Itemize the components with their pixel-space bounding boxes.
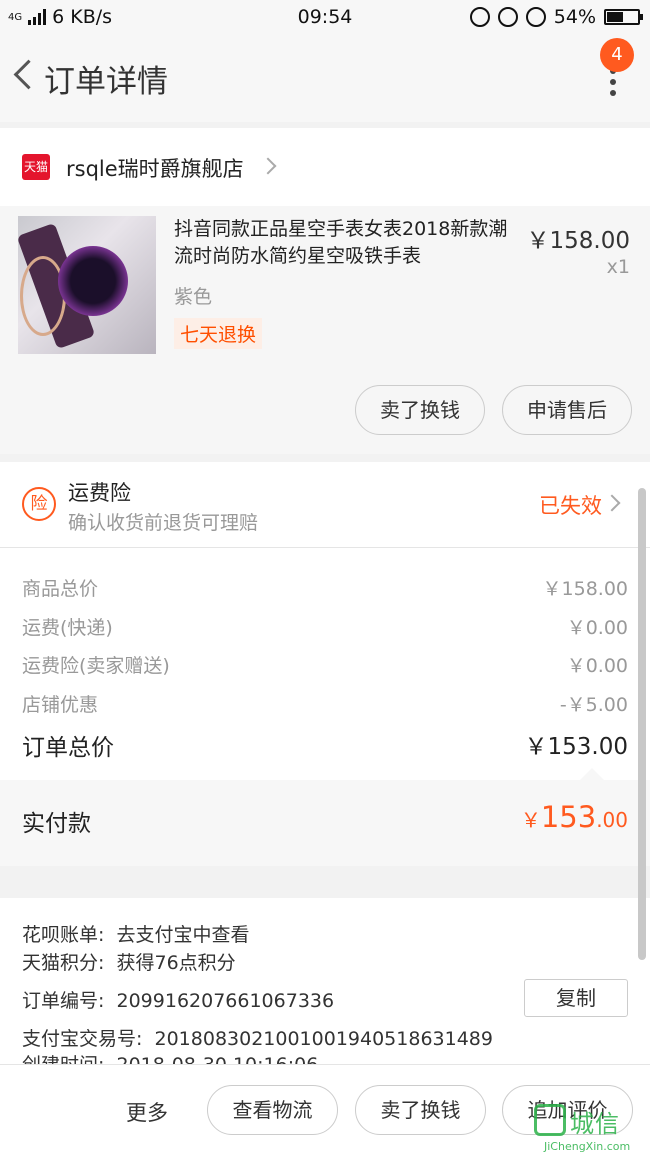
tmall-logo: 天猫 <box>22 154 50 180</box>
insurance-subtitle: 确认收货前退货可理赔 <box>68 512 259 534</box>
view-logistics-button[interactable]: 查看物流 <box>207 1085 338 1135</box>
mute-icon <box>469 7 490 27</box>
after-sales-button[interactable]: 申请售后 <box>502 385 632 435</box>
alipay-trade-row: 支付宝交易号: 2018083021001001940518631489 <box>22 1028 493 1050</box>
subtotal-value: ￥158.00 <box>542 578 628 600</box>
product-color: 紫色 <box>174 286 213 308</box>
battery-percent: 54% <box>553 6 596 28</box>
paid-value: ￥153.00 <box>520 800 628 834</box>
order-detail-screen: 4G 6 KB/s 09:54 54% 订单详情 4 天猫 rsqle瑞时爵旗舰… <box>0 0 650 1155</box>
order-total-value: ￥153.00 <box>524 734 628 760</box>
discount-value: -￥5.00 <box>559 694 628 716</box>
shipping-label: 运费(快递) <box>22 617 113 639</box>
product-quantity: x1 <box>606 256 630 278</box>
notification-badge: 4 <box>600 38 634 72</box>
product-title[interactable]: 抖音同款正品星空手表女表2018新款潮流时尚防水简约星空吸铁手表 <box>174 216 514 270</box>
copy-button[interactable]: 复制 <box>524 979 628 1017</box>
insurance-title: 运费险 <box>68 481 131 505</box>
more-button[interactable]: 更多 <box>126 1097 168 1127</box>
subtotal-label: 商品总价 <box>22 578 99 600</box>
sell-item-button[interactable]: 卖了换钱 <box>355 385 485 435</box>
return-policy-tag: 七天退换 <box>174 318 263 349</box>
huabei-row: 花呗账单: 去支付宝中查看 <box>22 924 250 946</box>
clock: 09:54 <box>297 6 353 28</box>
watermark-logo-icon <box>534 1104 566 1136</box>
insurance-icon: 险 <box>22 487 56 521</box>
created-time-row: 创建时间: 2018-08-30 10:16:06 <box>22 1050 318 1064</box>
insurance-fee-label: 运费险(卖家赠送) <box>22 655 170 677</box>
shop-name[interactable]: rsqle瑞时爵旗舰店 <box>66 153 244 183</box>
back-icon[interactable] <box>8 54 38 98</box>
product-image[interactable] <box>18 216 156 354</box>
product-price: ￥158.00 <box>526 228 630 254</box>
pointer-arrow <box>580 768 604 780</box>
discount-label: 店铺优惠 <box>22 694 99 716</box>
insurance-status: 已失效 <box>539 494 602 518</box>
huabei-link[interactable]: 去支付宝中查看 <box>117 924 250 946</box>
alarm-icon <box>525 7 546 27</box>
sell-item-bottom-button[interactable]: 卖了换钱 <box>355 1085 486 1135</box>
lock-rotation-icon <box>497 7 518 27</box>
insurance-fee-value: ￥0.00 <box>566 655 628 677</box>
nav-header: 订单详情 4 <box>0 34 650 122</box>
scrollbar[interactable] <box>638 488 646 960</box>
watermark: 城信 JiChengXin.com <box>534 1104 644 1154</box>
status-bar: 4G 6 KB/s 09:54 54% <box>0 0 650 34</box>
battery-icon <box>604 9 643 25</box>
paid-label: 实付款 <box>22 811 91 837</box>
order-total-label: 订单总价 <box>22 735 114 761</box>
shipping-value: ￥0.00 <box>566 617 628 639</box>
points-row: 天猫积分: 获得76点积分 <box>22 952 236 974</box>
order-number-row: 订单编号: 209916207661067336 <box>22 990 335 1012</box>
more-menu-icon[interactable] <box>606 68 620 96</box>
page-title: 订单详情 <box>44 64 168 100</box>
